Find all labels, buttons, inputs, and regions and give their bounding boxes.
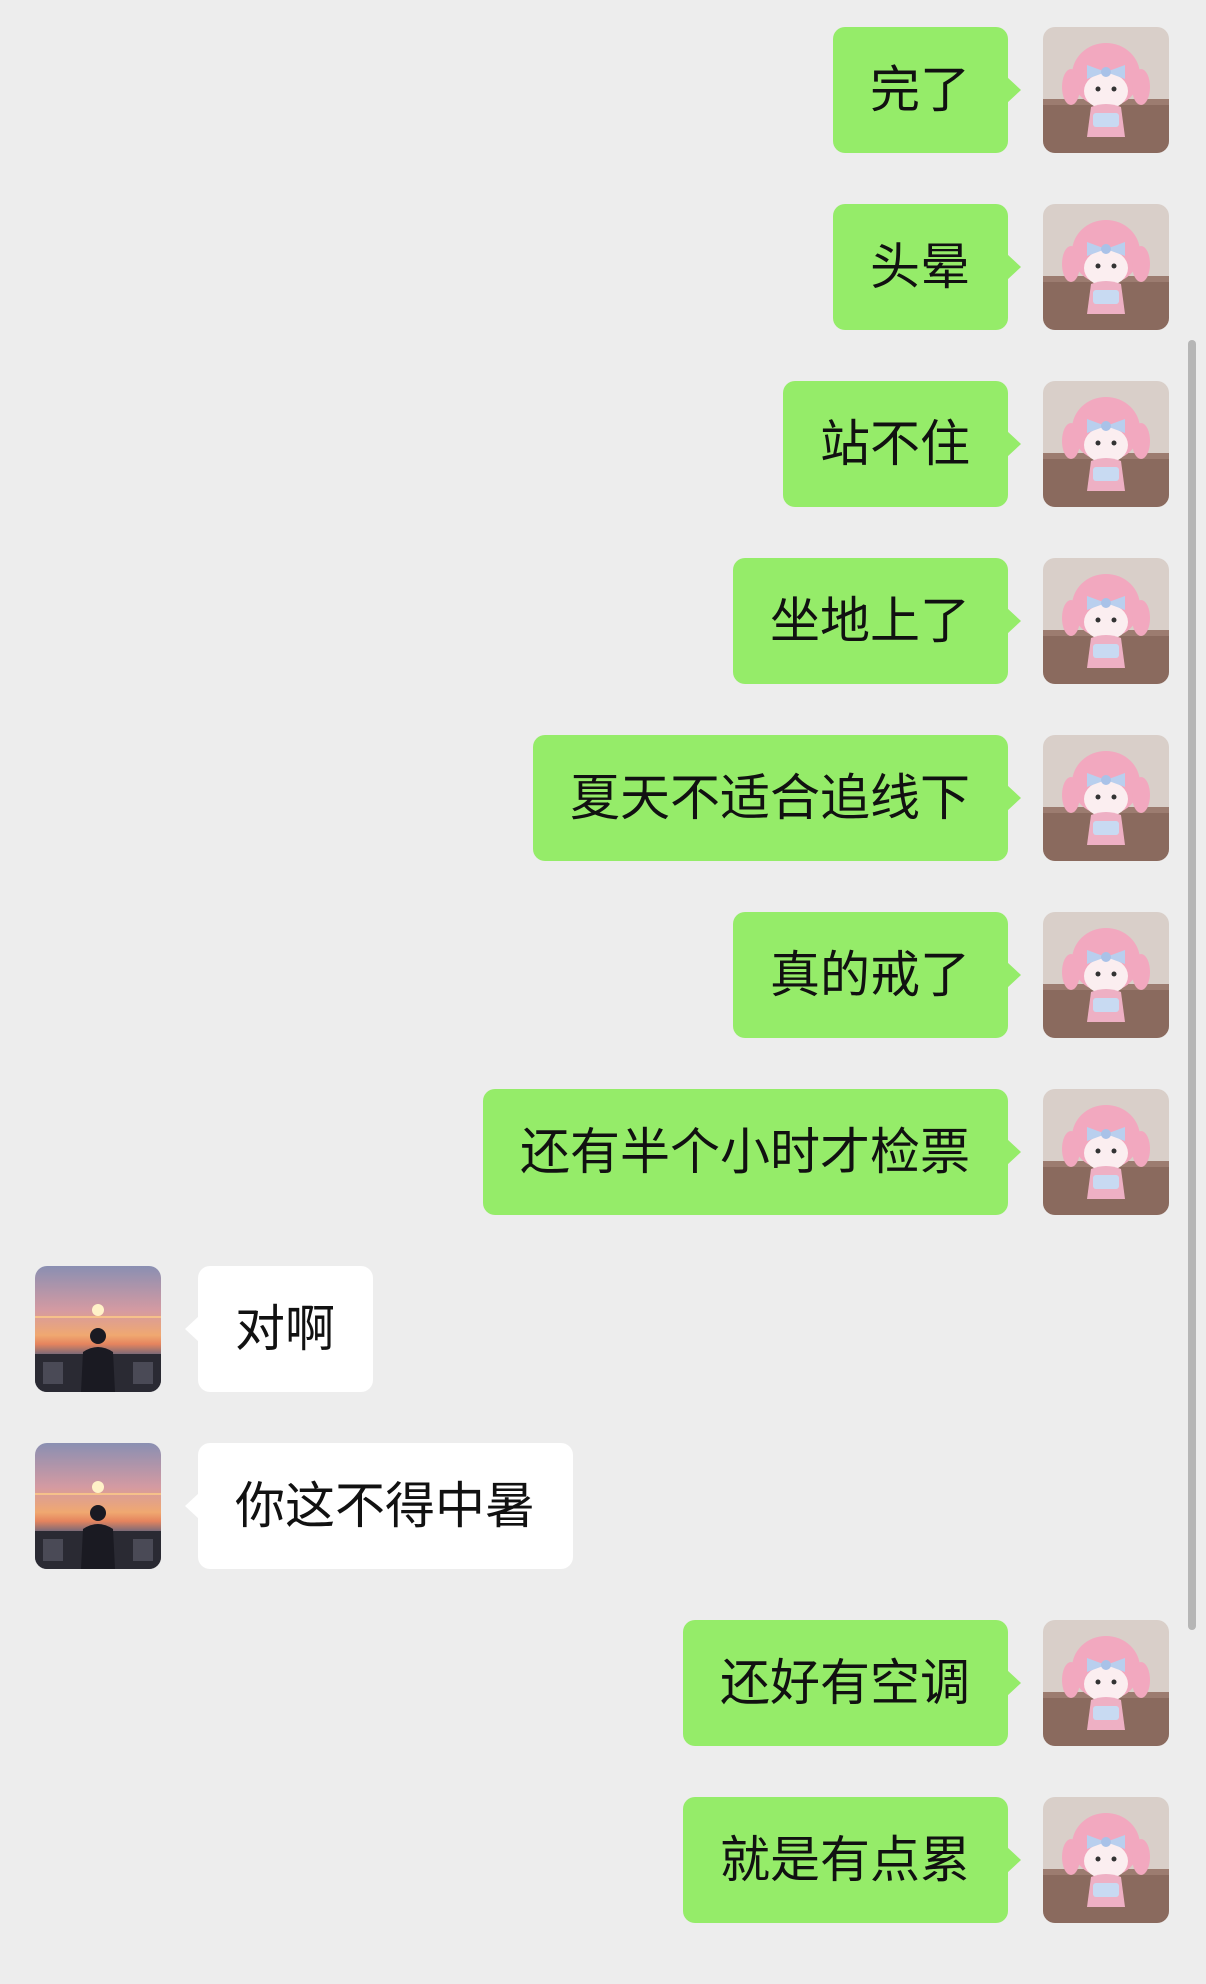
message-row-sent: 完了 xyxy=(0,27,1206,153)
message-bubble-sent[interactable]: 还好有空调 xyxy=(683,1620,1021,1746)
self-avatar[interactable] xyxy=(1043,1797,1169,1923)
message-row-sent: 还有半个小时才检票 xyxy=(0,1089,1206,1215)
message-row-received: 对啊 xyxy=(0,1266,1206,1392)
message-bubble-sent[interactable]: 真的戒了 xyxy=(733,912,1021,1038)
self-avatar[interactable] xyxy=(1043,558,1169,684)
message-bubble-sent[interactable]: 坐地上了 xyxy=(733,558,1021,684)
message-row-sent: 坐地上了 xyxy=(0,558,1206,684)
message-row-received: 你这不得中暑 xyxy=(0,1443,1206,1569)
message-row-sent: 夏天不适合追线下 xyxy=(0,735,1206,861)
chat-message-list[interactable]: 完了 头晕 站不住 坐地上了 夏天不适合追线下 真的戒了 还有半个小时才检票 对… xyxy=(0,0,1206,1984)
message-row-sent: 真的戒了 xyxy=(0,912,1206,1038)
self-avatar[interactable] xyxy=(1043,204,1169,330)
message-bubble-sent[interactable]: 夏天不适合追线下 xyxy=(533,735,1021,861)
pink-plush-doll-icon xyxy=(1043,1797,1169,1923)
self-avatar[interactable] xyxy=(1043,912,1169,1038)
message-bubble-received[interactable]: 对啊 xyxy=(185,1266,373,1392)
message-bubble-sent[interactable]: 就是有点累 xyxy=(683,1797,1021,1923)
pink-plush-doll-icon xyxy=(1043,1089,1169,1215)
message-row-sent: 头晕 xyxy=(0,204,1206,330)
pink-plush-doll-icon xyxy=(1043,735,1169,861)
contact-avatar[interactable] xyxy=(35,1443,161,1569)
message-bubble-sent[interactable]: 还有半个小时才检票 xyxy=(483,1089,1021,1215)
pink-plush-doll-icon xyxy=(1043,381,1169,507)
self-avatar[interactable] xyxy=(1043,27,1169,153)
pink-plush-doll-icon xyxy=(1043,558,1169,684)
pink-plush-doll-icon xyxy=(1043,27,1169,153)
message-bubble-sent[interactable]: 站不住 xyxy=(783,381,1021,507)
self-avatar[interactable] xyxy=(1043,381,1169,507)
scrollbar[interactable] xyxy=(1188,340,1196,1630)
self-avatar[interactable] xyxy=(1043,1089,1169,1215)
self-avatar[interactable] xyxy=(1043,1620,1169,1746)
message-bubble-received[interactable]: 你这不得中暑 xyxy=(185,1443,573,1569)
message-bubble-sent[interactable]: 头晕 xyxy=(833,204,1021,330)
message-bubble-sent[interactable]: 完了 xyxy=(833,27,1021,153)
pink-plush-doll-icon xyxy=(1043,1620,1169,1746)
message-row-sent: 还好有空调 xyxy=(0,1620,1206,1746)
sunset-silhouette-icon xyxy=(35,1266,161,1392)
self-avatar[interactable] xyxy=(1043,735,1169,861)
pink-plush-doll-icon xyxy=(1043,912,1169,1038)
message-row-sent: 站不住 xyxy=(0,381,1206,507)
message-row-sent: 就是有点累 xyxy=(0,1797,1206,1923)
pink-plush-doll-icon xyxy=(1043,204,1169,330)
sunset-silhouette-icon xyxy=(35,1443,161,1569)
contact-avatar[interactable] xyxy=(35,1266,161,1392)
